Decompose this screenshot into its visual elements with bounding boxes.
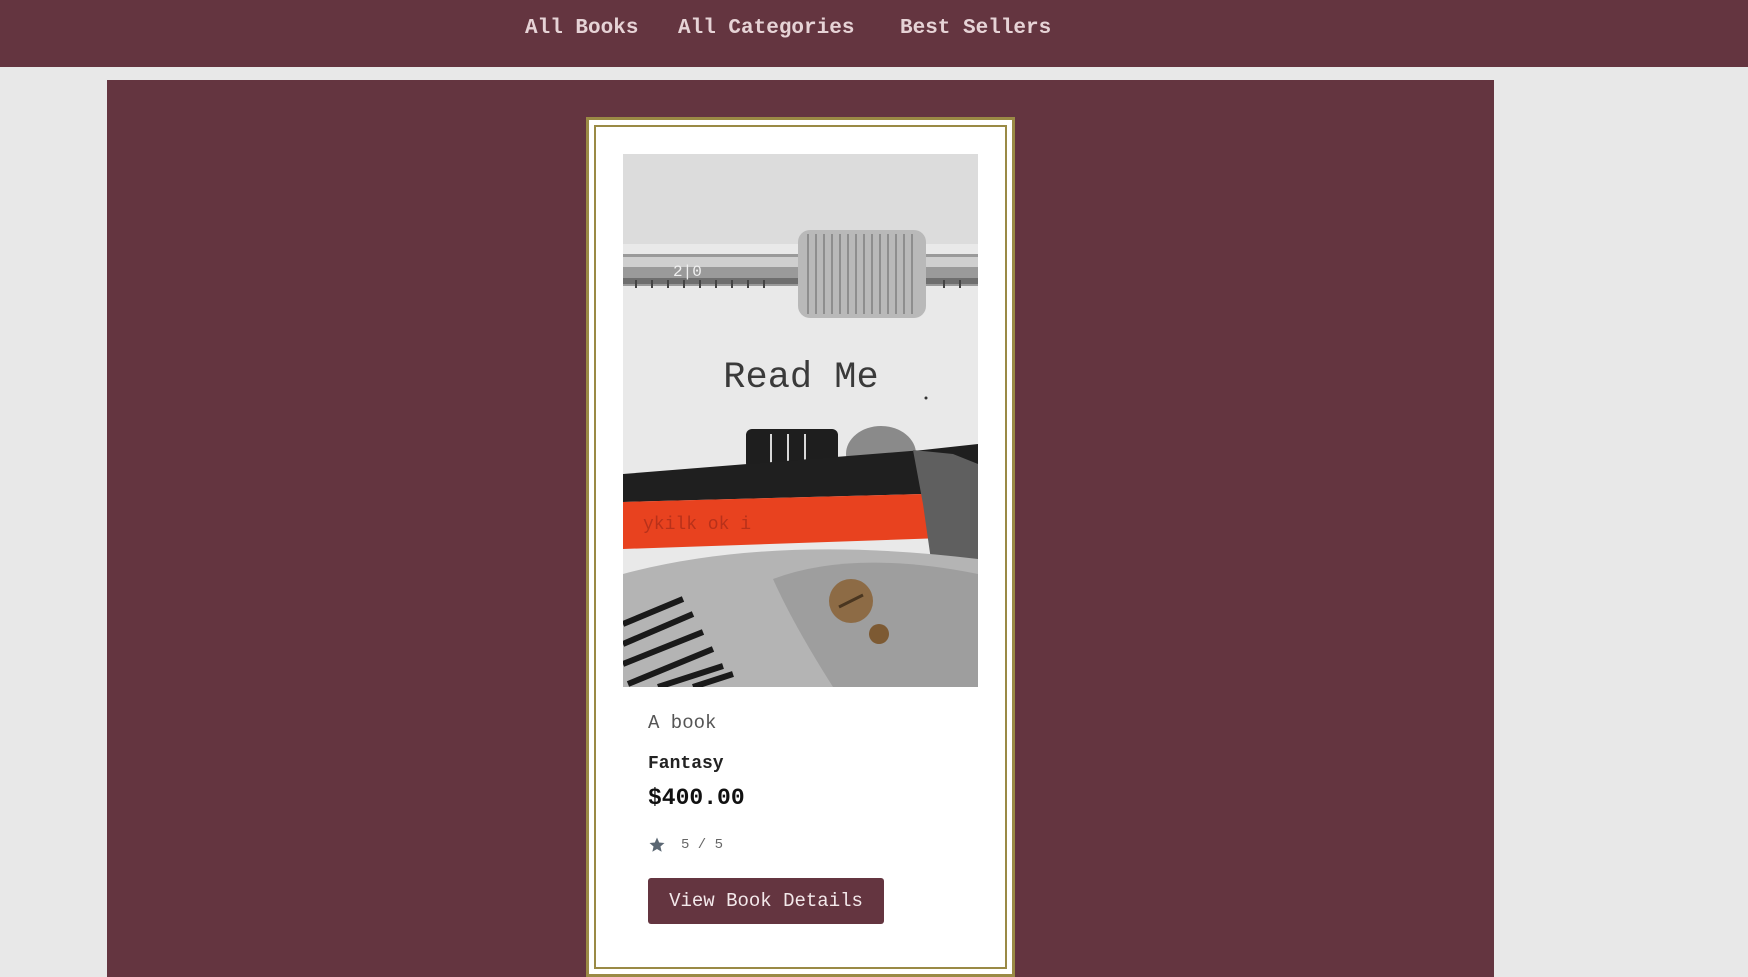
svg-text:ykilk ok i: ykilk ok i (643, 515, 751, 535)
book-rating: 5 / 5 (648, 836, 723, 854)
book-cover-image[interactable]: 2|0 Read Me ykilk ok i (623, 154, 978, 687)
star-icon (649, 837, 665, 852)
top-navigation: All Books All Categories Best Sellers (0, 0, 1748, 67)
book-price: $400.00 (648, 785, 745, 811)
view-book-details-button[interactable]: View Book Details (648, 878, 884, 924)
nav-link-all-categories[interactable]: All Categories (678, 16, 854, 42)
book-category: Fantasy (648, 754, 724, 774)
nav-link-all-books[interactable]: All Books (525, 16, 638, 42)
nav-link-best-sellers[interactable]: Best Sellers (900, 16, 1051, 42)
svg-text:2|0: 2|0 (673, 263, 702, 281)
book-cover-text: Read Me (723, 357, 878, 399)
rating-value: 5 / 5 (681, 837, 724, 853)
book-title: A book (648, 712, 717, 734)
